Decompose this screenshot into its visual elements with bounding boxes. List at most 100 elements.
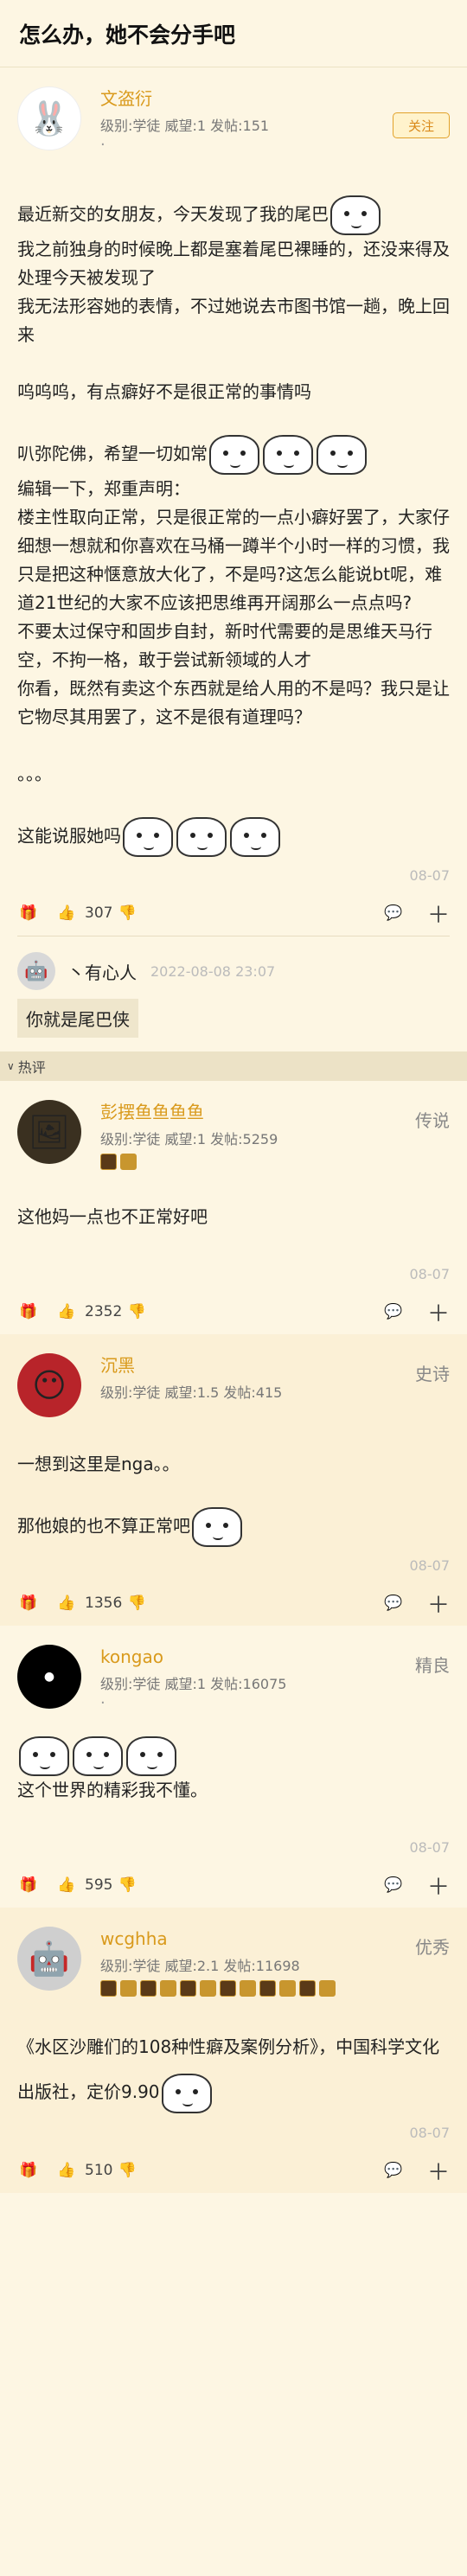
thumbs-up-icon[interactable]: 👍 xyxy=(55,2159,78,2182)
op-line: 我之前独身的时候晚上都是塞着尾巴裸睡的，还没来得及处理今天被发现了 xyxy=(17,239,450,288)
post-time: 08-07 xyxy=(409,1266,451,1282)
plus-icon[interactable]: ＋ xyxy=(427,1592,450,1619)
comment-body: 这个世界的精彩我不懂。 xyxy=(17,1736,450,1805)
like-count: 595 xyxy=(85,1876,113,1894)
author-meta: 级别:学徒 威望:1.5 发帖:415 xyxy=(100,1384,283,1401)
author-name[interactable]: 彭摆鱼鱼鱼鱼 xyxy=(100,1100,450,1124)
badge-icon xyxy=(160,1980,176,1997)
thumbs-down-icon[interactable]: 👎 xyxy=(125,1301,148,1323)
author-name[interactable]: kongao xyxy=(100,1645,450,1669)
top-bar: 怎么办，她不会分手吧 xyxy=(0,0,467,67)
author-name[interactable]: 沉黑 xyxy=(100,1353,450,1377)
op-line: 不要太过保守和固步自封，新时代需要的是思维天马行空，不拘一格，敢于尝试新领域的人… xyxy=(17,621,432,670)
post-time: 08-07 xyxy=(409,1557,451,1574)
comment-post: 🖼 彭摆鱼鱼鱼鱼 级别:学徒 威望:1 发帖:5259 传说 这他妈一点也不正常… xyxy=(0,1081,467,1334)
hot-comments-header[interactable]: ∨ 热评 xyxy=(0,1051,467,1081)
plus-icon[interactable]: ＋ xyxy=(427,1874,450,1901)
badge-icon xyxy=(140,1980,157,1997)
reply-time: 2022-08-08 23:07 xyxy=(150,962,276,980)
op-line: 编辑一下，郑重声明： xyxy=(17,478,190,499)
comment-icon[interactable]: 💬 xyxy=(382,902,405,924)
badge-icon xyxy=(100,1154,117,1170)
reply-author[interactable]: 丶有心人 xyxy=(67,959,137,984)
author-name[interactable]: 文盗衍 xyxy=(100,86,393,111)
comment-author: 🤖 wcghha 级别:学徒 威望:2.1 发帖:11698 xyxy=(17,1908,450,1997)
action-bar: 🎁 👍 307 👎 💬 ＋ xyxy=(17,891,450,936)
author-info: 沉黑 级别:学徒 威望:1.5 发帖:415 xyxy=(100,1353,450,1402)
badge-icon xyxy=(319,1980,336,1997)
op-body: 最近新交的女朋友，今天发现了我的尾巴 我之前独身的时候晚上都是塞着尾巴裸睡的，还… xyxy=(17,195,450,857)
thumbs-down-icon[interactable]: 👎 xyxy=(116,2159,138,2182)
hot-label: 热评 xyxy=(17,1059,46,1076)
thumbs-down-icon[interactable]: 👎 xyxy=(125,1592,148,1614)
sticker-icon xyxy=(19,1736,69,1776)
plus-icon[interactable]: ＋ xyxy=(427,2159,450,2186)
inline-reply: 🤖 丶有心人 2022-08-08 23:07 你就是尾巴侠 xyxy=(17,936,450,1051)
thumbs-up-icon[interactable]: 👍 xyxy=(55,1301,78,1323)
op-line: 我无法形容她的表情，不过她说去市图书馆一趟，晚上回来 xyxy=(17,296,450,345)
op-line: 。。。 xyxy=(17,764,52,784)
badge-icon xyxy=(120,1154,137,1170)
comment-line: 那他娘的也不算正常吧 xyxy=(17,1507,450,1547)
comment-icon[interactable]: 💬 xyxy=(382,1874,405,1896)
avatar[interactable]: ● xyxy=(17,1645,81,1709)
thumbs-up-icon[interactable]: 👍 xyxy=(55,1874,78,1896)
follow-button[interactable]: 关注 xyxy=(393,112,450,138)
comment-icon[interactable]: 💬 xyxy=(382,2159,405,2182)
sticker-icon xyxy=(192,1507,242,1547)
plus-icon[interactable]: ＋ xyxy=(427,1301,450,1327)
sticker-icon xyxy=(317,435,367,475)
gift-icon[interactable]: 🎁 xyxy=(17,1874,40,1896)
badge-icon xyxy=(240,1980,256,1997)
chevron-down-icon: ∨ xyxy=(7,1060,15,1072)
author-meta: 级别:学徒 威望:1 发帖:5259 xyxy=(100,1131,278,1147)
comment-icon[interactable]: 💬 xyxy=(382,1301,405,1323)
thumbs-down-icon[interactable]: 👎 xyxy=(116,1874,138,1896)
thumbs-up-icon[interactable]: 👍 xyxy=(55,1592,78,1614)
comment-body: 《水区沙雕们的108种性癖及案例分析》，中国科学文化出版社，定价9.90 xyxy=(17,2024,450,2114)
badge-row xyxy=(100,1980,450,1997)
op-line: 楼主性取向正常，只是很正常的一点小癖好罢了，大家仔细想一想就和你喜欢在马桶一蹲半… xyxy=(17,507,450,613)
comment-line: 一想到这里是nga。。 xyxy=(17,1454,180,1474)
op-line: 你看，既然有卖这个东西就是给人用的不是吗？我只是让它物尽其用罢了，这不是很有道理… xyxy=(17,678,450,727)
avatar[interactable]: 😶 xyxy=(17,1353,81,1417)
comment-icon[interactable]: 💬 xyxy=(382,1592,405,1614)
plus-icon[interactable]: ＋ xyxy=(427,902,450,929)
badge-icon xyxy=(100,1980,117,1997)
author-dot: . xyxy=(100,131,106,150)
gift-icon[interactable]: 🎁 xyxy=(17,2159,40,2182)
avatar[interactable]: 🐰 xyxy=(17,86,81,150)
badge-icon xyxy=(120,1980,137,1997)
sticker-icon xyxy=(123,817,173,857)
thumbs-down-icon[interactable]: 👎 xyxy=(116,902,138,924)
author-name[interactable]: wcghha xyxy=(100,1927,450,1951)
sticker-icon xyxy=(161,2073,212,2113)
avatar[interactable]: 🤖 xyxy=(17,1927,81,1991)
gift-icon[interactable]: 🎁 xyxy=(17,1301,40,1323)
comment-post: 😶 沉黑 级别:学徒 威望:1.5 发帖:415 史诗 一想到这里是nga。。 … xyxy=(0,1334,467,1626)
author-meta: 级别:学徒 威望:1 发帖:16075 xyxy=(100,1676,287,1692)
avatar[interactable]: 🖼 xyxy=(17,1100,81,1164)
action-bar: 🎁 👍 595 👎 💬 ＋ xyxy=(17,1863,450,1908)
comment-body: 这他妈一点也不正常好吧 xyxy=(17,1203,450,1231)
author-meta: 级别:学徒 威望:1 发帖:151 xyxy=(100,118,270,134)
thumbs-up-icon[interactable]: 👍 xyxy=(55,902,78,924)
badge-icon xyxy=(220,1980,236,1997)
comment-body: 一想到这里是nga。。 那他娘的也不算正常吧 xyxy=(17,1450,450,1547)
page-title: 怎么办，她不会分手吧 xyxy=(19,22,236,48)
op-line: 呜呜呜，有点癖好不是很正常的事情吗 xyxy=(17,381,311,402)
badge-icon xyxy=(259,1980,276,1997)
author-info: wcghha 级别:学徒 威望:2.1 发帖:11698 xyxy=(100,1927,450,1997)
gift-icon[interactable]: 🎁 xyxy=(17,902,40,924)
rank-label: 精良 xyxy=(415,1655,450,1676)
action-bar: 🎁 👍 2352 👎 💬 ＋ xyxy=(17,1289,450,1334)
avatar[interactable]: 🤖 xyxy=(17,952,55,990)
comment-line: 《水区沙雕们的108种性癖及案例分析》，中国科学文化出版社，定价9.90 xyxy=(17,2024,450,2114)
sticker-icon xyxy=(126,1736,176,1776)
gift-icon[interactable]: 🎁 xyxy=(17,1592,40,1614)
author-info: 文盗衍 级别:学徒 威望:1 发帖:151 . xyxy=(100,86,393,150)
author-info: kongao 级别:学徒 威望:1 发帖:16075 . xyxy=(100,1645,450,1707)
reply-text: 你就是尾巴侠 xyxy=(17,999,138,1038)
badge-icon xyxy=(180,1980,196,1997)
badge-icon xyxy=(200,1980,216,1997)
